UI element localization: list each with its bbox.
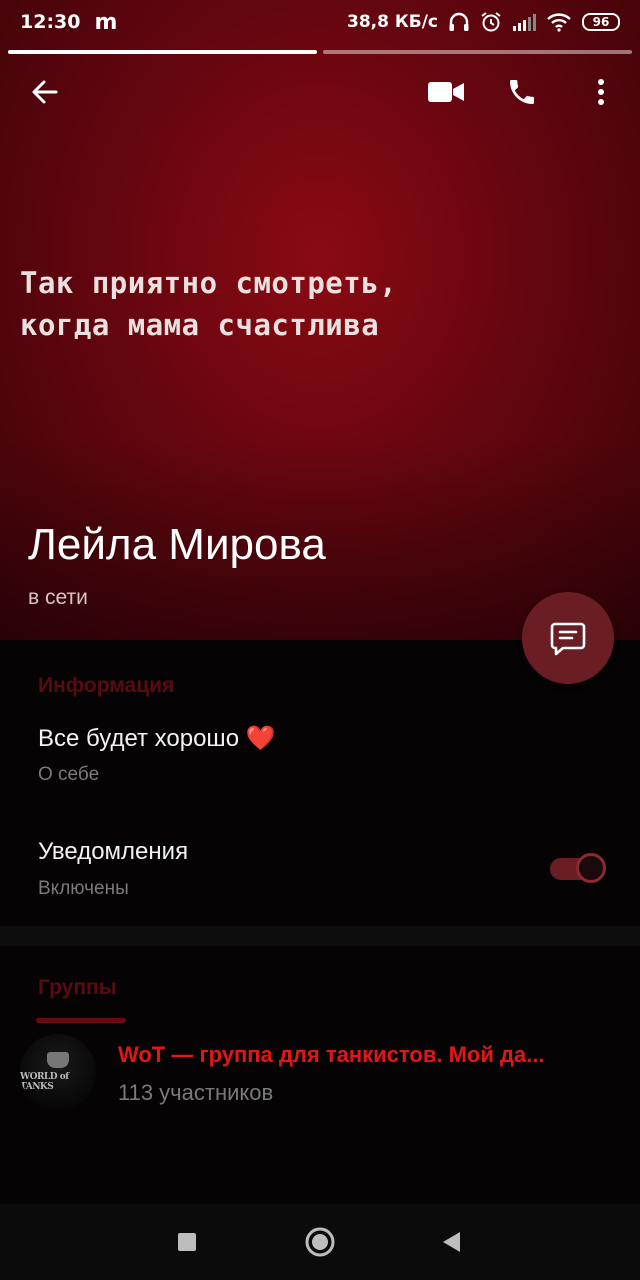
back-triangle-icon (443, 1232, 460, 1252)
profile-presence: в сети (28, 586, 88, 609)
home-button[interactable] (285, 1204, 355, 1280)
cover-quote-line-1: Так приятно смотреть, (20, 266, 398, 300)
top-app-bar (0, 60, 640, 124)
battery-icon: 96 (582, 13, 620, 31)
alarm-icon (481, 12, 501, 32)
section-divider (0, 926, 640, 946)
carrier-icon: m (94, 9, 118, 35)
signal-icon (513, 14, 536, 31)
about-label: О себе (38, 764, 100, 785)
wifi-icon (547, 13, 571, 32)
status-icons: 38,8 КБ/с 96 (347, 11, 620, 33)
about-value: Все будет хорошо ❤️ (38, 725, 276, 752)
groups-section: Группы WORLD of TANKS WoT — группа для т… (0, 946, 640, 1204)
more-options-button[interactable] (573, 60, 629, 124)
group-avatar-logo: WORLD of TANKS (20, 1072, 69, 1092)
photo-progress (8, 50, 632, 54)
progress-segment-active (8, 50, 317, 54)
group-members: 113 участников (118, 1080, 274, 1105)
message-icon (550, 622, 586, 656)
system-nav-bar (0, 1204, 640, 1280)
cover-quote: Так приятно смотреть, когда мама счастли… (20, 262, 620, 346)
tank-emblem-icon (47, 1052, 69, 1068)
headphones-icon (449, 12, 469, 31)
video-call-button[interactable] (418, 60, 474, 124)
nav-back-button[interactable] (416, 1204, 486, 1280)
battery-level: 96 (592, 15, 610, 29)
arrow-left-icon (32, 80, 58, 104)
info-section: Информация Все будет хорошо ❤️ О себе Ув… (0, 640, 640, 926)
phone-icon (510, 80, 534, 104)
toggle-knob (576, 853, 606, 883)
status-bar: 12:30 m 38,8 КБ/с 96 (0, 0, 640, 44)
net-speed: 38,8 КБ/с (346, 12, 438, 32)
recents-square-icon (178, 1233, 196, 1251)
groups-section-title: Группы (38, 976, 117, 999)
notifications-title: Уведомления (38, 838, 189, 865)
more-vert-icon (598, 79, 604, 105)
cover-quote-line-2: когда мама счастлива (20, 308, 380, 342)
video-call-icon (428, 82, 464, 102)
send-message-button[interactable] (522, 592, 614, 684)
status-time: 12:30 (20, 11, 81, 33)
notifications-value: Включены (38, 878, 129, 899)
group-name: WoT — группа для танкистов. Мой да... (118, 1042, 545, 1067)
voice-call-button[interactable] (494, 60, 550, 124)
info-section-title: Информация (38, 674, 175, 697)
recents-button[interactable] (152, 1204, 222, 1280)
notifications-toggle[interactable] (550, 852, 606, 883)
groups-tab-indicator (36, 1018, 126, 1023)
group-avatar: WORLD of TANKS (20, 1034, 96, 1110)
back-button[interactable] (17, 60, 73, 124)
home-circle-icon (305, 1227, 335, 1257)
profile-name: Лейла Мирова (28, 520, 326, 569)
progress-segment (323, 50, 632, 54)
